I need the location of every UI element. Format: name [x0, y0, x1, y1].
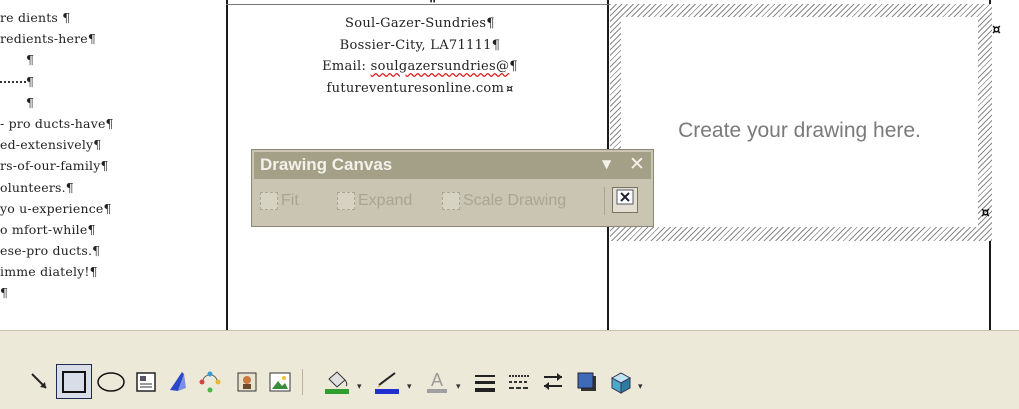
- svg-text:A: A: [431, 370, 443, 390]
- canvas-resize-handle[interactable]: ¤: [992, 22, 1001, 38]
- dash-style-icon: [509, 375, 529, 389]
- expand-icon: [337, 192, 355, 210]
- cell-text-line: ed-extensively¶: [0, 137, 102, 153]
- table-border-top: [226, 4, 610, 5]
- line-color-button[interactable]: [370, 368, 404, 396]
- fill-color-dropdown[interactable]: ▾: [357, 382, 362, 392]
- line-color-dropdown[interactable]: ▾: [407, 382, 412, 392]
- close-icon[interactable]: ✕: [629, 153, 645, 175]
- toolbar-options-icon[interactable]: ▼: [602, 157, 611, 171]
- arrow-style-icon: [544, 373, 562, 390]
- clip-art-button[interactable]: [232, 368, 262, 396]
- line-style-icon: [475, 375, 495, 392]
- paragraph-mark: ": [429, 0, 437, 13]
- arrow-style-button[interactable]: [538, 368, 568, 396]
- email-link[interactable]: soulgazersundries@: [371, 59, 510, 74]
- end-of-cell-mark: ¤: [506, 81, 514, 95]
- 3d-style-dropdown[interactable]: ▾: [638, 382, 643, 392]
- fill-color-button[interactable]: [320, 368, 354, 396]
- scale-drawing-button[interactable]: Scale Drawing: [442, 189, 566, 213]
- company-address: Bossier-City, LA71111¶: [339, 37, 501, 53]
- 3d-style-button[interactable]: [606, 368, 636, 396]
- wordart-icon: [170, 372, 186, 391]
- drawing-canvas[interactable]: Create your drawing here.: [621, 17, 978, 227]
- company-website: futureventuresonline.com ¤: [326, 80, 514, 96]
- wordart-button[interactable]: [164, 368, 192, 396]
- company-email-line: Email: soulgazersundries@¶: [322, 59, 518, 74]
- line-color-swatch: [375, 389, 399, 394]
- shadow-style-button[interactable]: [572, 368, 602, 396]
- 3d-style-icon: [610, 372, 632, 394]
- oval-tool-button[interactable]: [94, 368, 128, 396]
- cell-text-line: - pro ducts-have¶: [0, 115, 114, 131]
- toolbar-title: Drawing Canvas: [260, 155, 393, 174]
- paint-bucket-icon: [325, 371, 349, 394]
- cell-text-line: re dients ¶: [0, 10, 71, 25]
- oval-icon: [97, 372, 125, 392]
- company-name: Soul-Gazer-Sundries¶: [345, 16, 495, 31]
- drawing-toolbar[interactable]: ▾ ▾ A ▾ ▾: [0, 353, 1019, 409]
- fit-button[interactable]: Fit: [260, 189, 299, 213]
- cell-text-line: ese-pro ducts.¶: [0, 243, 101, 259]
- dotted-leader: [0, 81, 26, 84]
- expand-button[interactable]: Expand: [337, 189, 412, 213]
- insert-picture-button[interactable]: [266, 368, 294, 396]
- shadow-style-icon: [577, 372, 596, 391]
- shadow-box-swatch: [577, 372, 594, 389]
- font-color-icon: A: [427, 370, 447, 393]
- dash-style-button[interactable]: [504, 368, 534, 396]
- clip-art-icon: [237, 372, 257, 392]
- font-color-button[interactable]: A: [420, 368, 454, 396]
- drawing-canvas-toolbar[interactable]: Drawing Canvas ▼ ✕ Fit Expand Scale Draw…: [251, 149, 654, 227]
- line-style-button[interactable]: [470, 368, 500, 396]
- cell-text-line: imme diately!¶: [0, 264, 98, 280]
- fit-icon: [260, 192, 278, 210]
- fill-color-swatch: [325, 389, 349, 394]
- toolbar-separator: [302, 369, 303, 395]
- cell-text-line: ¶: [26, 52, 35, 68]
- status-strip: [0, 330, 1019, 353]
- text-box-button[interactable]: [132, 368, 160, 396]
- font-color-dropdown[interactable]: ▾: [456, 382, 461, 392]
- canvas-placeholder-text: Create your drawing here.: [678, 119, 921, 142]
- diagram-icon: [199, 371, 221, 393]
- middle-table-cell[interactable]: Soul-Gazer-Sundries¶ Bossier-City, LA711…: [232, 16, 608, 102]
- toolbar-separator: [604, 187, 605, 215]
- cell-text-line: ¶: [0, 285, 9, 301]
- left-table-cell[interactable]: re dients ¶ redients-here¶ ¶ ¶ ¶ - pro d…: [0, 10, 226, 307]
- rectangle-tool-button[interactable]: [56, 364, 92, 399]
- cell-text-line: redients-here¶: [0, 31, 97, 47]
- text-wrapping-button[interactable]: [612, 187, 638, 213]
- toolbar-title-bar[interactable]: Drawing Canvas ▼ ✕: [254, 152, 651, 179]
- cell-text-line: rs-of-our-family¶: [0, 158, 109, 174]
- cell-text-line: olunteers.¶: [0, 179, 74, 195]
- table-border-left: [226, 0, 228, 330]
- scale-drawing-icon: [442, 192, 460, 210]
- text-box-icon: [136, 372, 156, 392]
- text-wrapping-icon: [616, 189, 634, 205]
- arrow-icon: [31, 373, 47, 389]
- cell-text-line: ¶: [0, 74, 226, 95]
- rectangle-icon: [62, 370, 86, 393]
- cell-text-line: ¶: [26, 94, 35, 110]
- canvas-resize-handle[interactable]: ¤: [981, 205, 990, 221]
- font-color-swatch: [427, 389, 447, 393]
- cell-text-line: o mfort-while¶: [0, 221, 96, 237]
- line-color-icon: [375, 372, 399, 394]
- cell-text-line: yo u-experience¶: [0, 200, 112, 216]
- arrow-tool-button[interactable]: [26, 368, 54, 396]
- picture-icon: [269, 372, 291, 392]
- diagram-button[interactable]: [196, 368, 224, 396]
